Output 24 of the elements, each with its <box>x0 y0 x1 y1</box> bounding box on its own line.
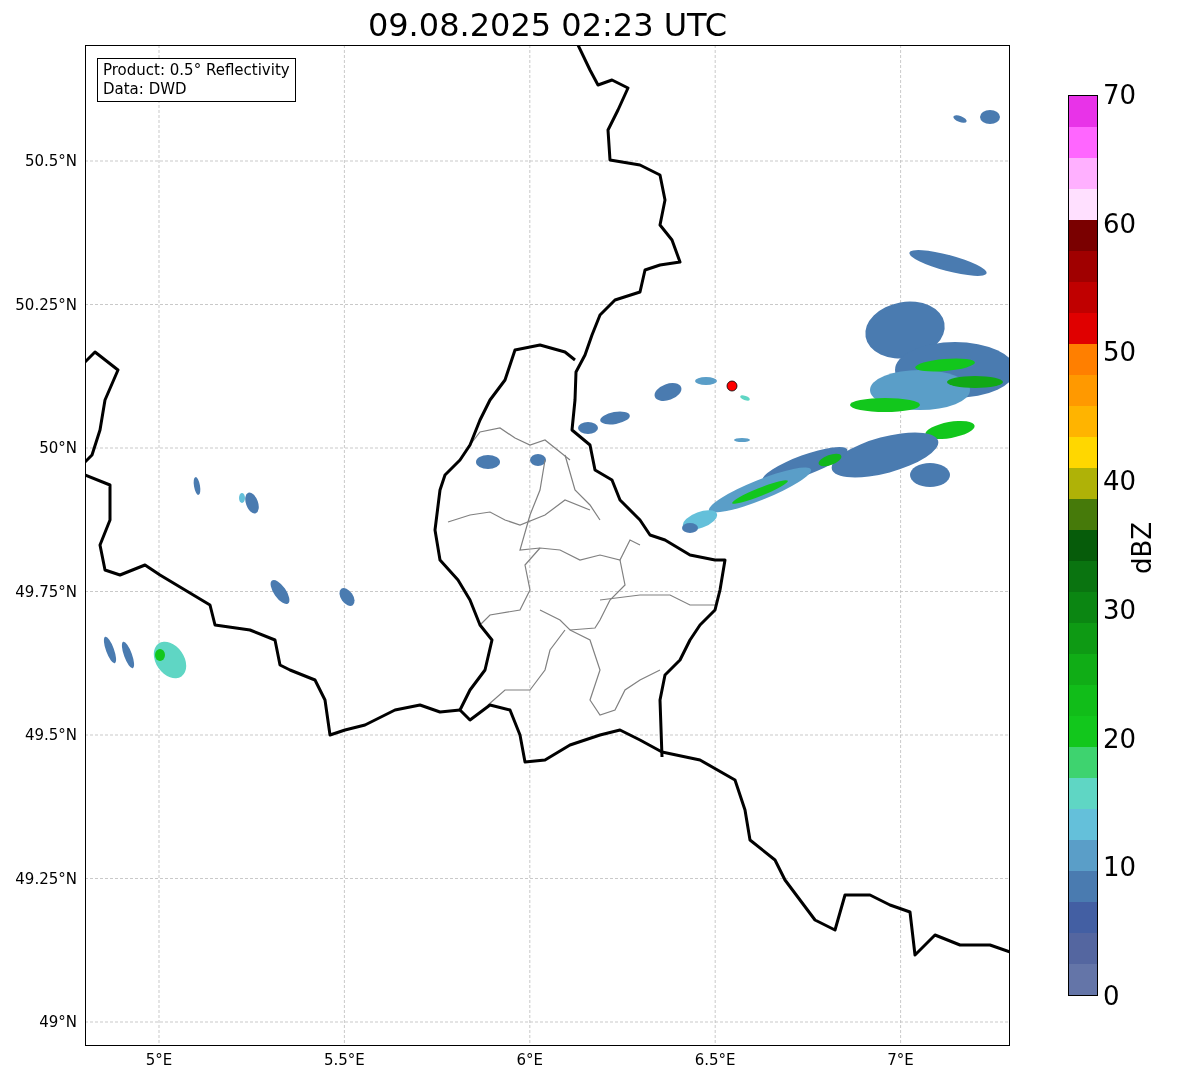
longitude-label: 6.5°E <box>694 1051 736 1069</box>
latitude-label: 50.5°N <box>24 152 77 170</box>
latitude-label: 50.25°N <box>15 295 77 314</box>
colorbar-tick-label: 0 <box>1103 983 1120 1009</box>
longitude-label: 6°E <box>516 1051 544 1069</box>
colorbar-tick-label: 50 <box>1103 339 1137 366</box>
latitude-label: 49.5°N <box>24 726 77 744</box>
colorbar-tick-label: 30 <box>1103 596 1137 623</box>
latitude-label: 49.25°N <box>15 869 77 888</box>
colorbar-tick-label: 40 <box>1103 468 1137 495</box>
latitude-label: 50°N <box>39 439 77 457</box>
colorbar-tick-label: 70 <box>1103 82 1137 108</box>
colorbar-tick-label: 20 <box>1103 725 1137 752</box>
colorbar-title: dBZ <box>1127 521 1157 575</box>
colorbar-tick-label: 10 <box>1103 854 1137 881</box>
longitude-label: 7°E <box>887 1051 914 1069</box>
info-text: Product: 0.5° Reflectivity <box>103 61 290 80</box>
info-text: Data: DWD <box>103 79 188 99</box>
colorbar-tick-label: 60 <box>1103 210 1137 237</box>
latitude-label: 49°N <box>39 1013 77 1031</box>
longitude-label: 5°E <box>145 1051 173 1069</box>
longitude-label: 5.5°E <box>323 1051 365 1069</box>
chart-title: 09.08.2025 02:23 UTC <box>366 5 729 45</box>
latitude-label: 49.75°N <box>15 582 77 601</box>
